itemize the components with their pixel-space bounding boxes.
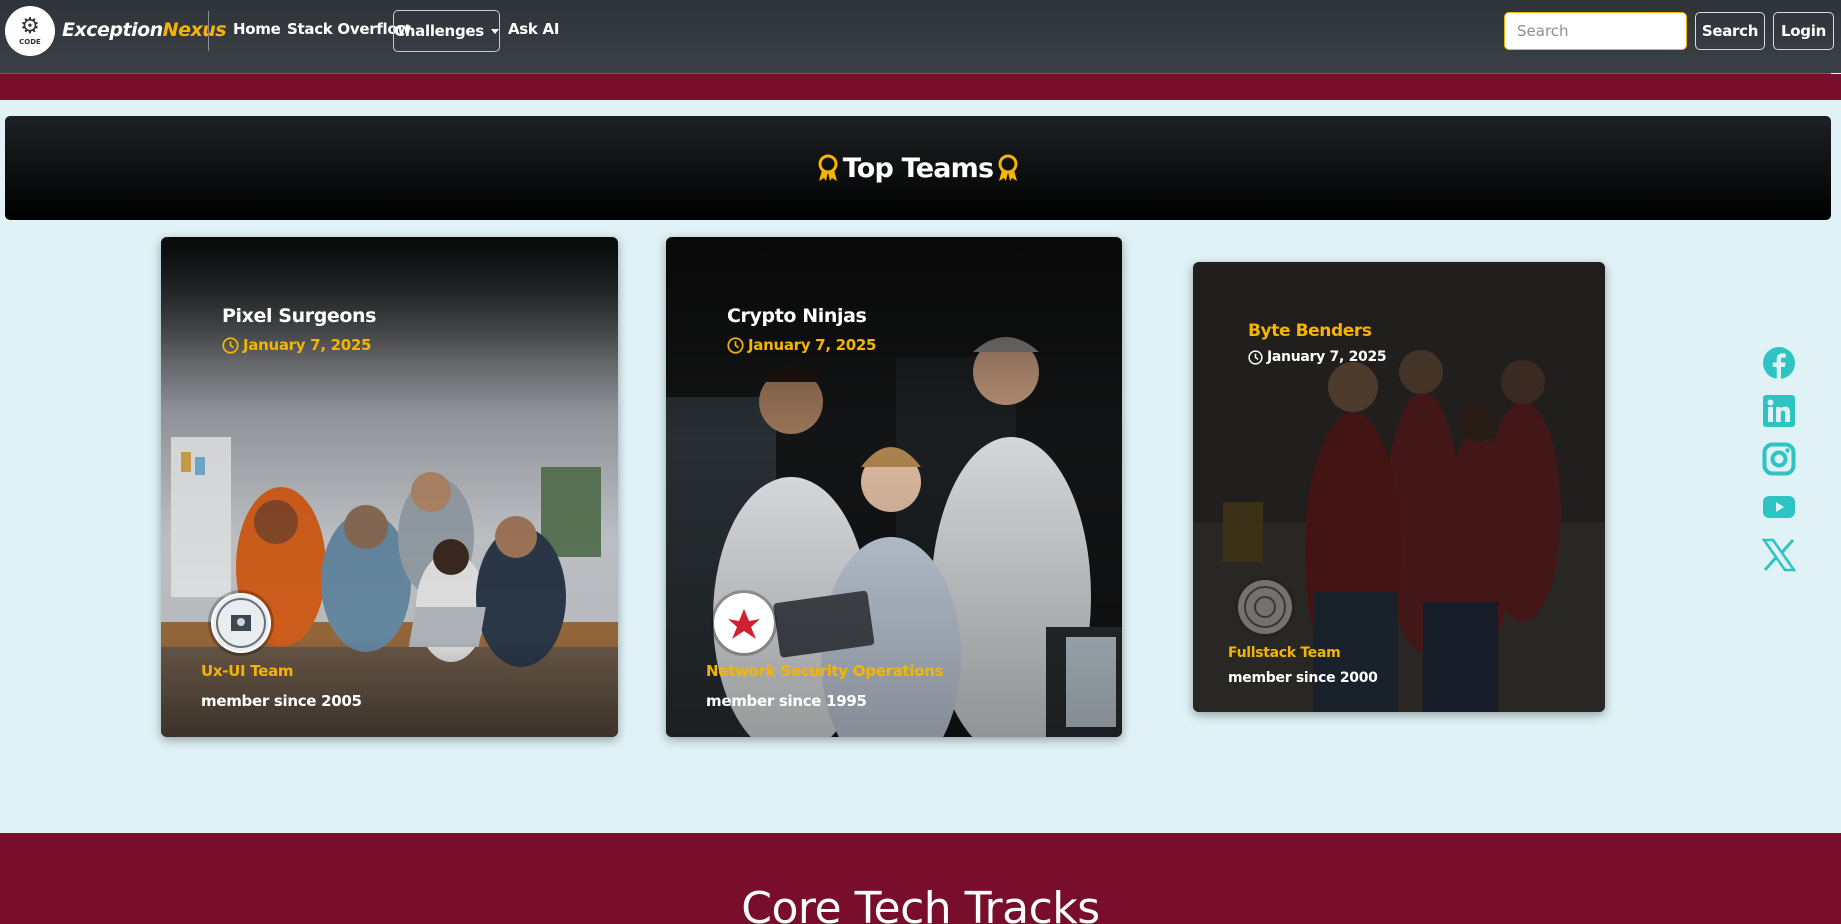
logo-caption: CODE [19,38,41,46]
chevron-down-icon [490,28,499,34]
award-icon [818,154,838,181]
linkedin-icon[interactable] [1762,394,1796,428]
crimson-strip [0,74,1841,100]
clock-icon [222,336,239,354]
x-icon[interactable] [1762,538,1796,572]
team-avatar [1238,580,1292,634]
team-title[interactable]: Crypto Ninjas [727,305,867,327]
top-teams-banner: Top Teams [5,116,1831,220]
nav-home-link[interactable]: Home [233,20,281,38]
team-card[interactable]: Byte Benders January 7, 2025 Fullstack T… [1193,262,1605,712]
section-title: Core Tech Tracks [741,883,1100,924]
core-tech-tracks-section: Core Tech Tracks [0,833,1841,924]
team-avatar [714,593,774,653]
facebook-icon[interactable] [1762,346,1796,380]
youtube-icon[interactable] [1762,490,1796,524]
logo-icon: ⚙ [20,14,40,39]
top-teams-title: Top Teams [842,152,994,184]
search-input[interactable] [1504,12,1687,50]
team-title[interactable]: Byte Benders [1248,321,1372,341]
team-date: January 7, 2025 [727,336,876,354]
team-avatar [211,593,271,653]
brand-name[interactable]: ExceptionNexus [62,19,227,41]
team-member-since: member since 1995 [706,692,867,710]
brand-name-part2: Nexus [162,19,227,41]
instagram-icon[interactable] [1762,442,1796,476]
clock-icon [727,336,744,354]
team-date-text: January 7, 2025 [1267,349,1387,365]
team-department: Ux-UI Team [201,662,294,680]
team-member-since: member since 2000 [1228,670,1378,686]
nav-ask-ai-link[interactable]: Ask AI [508,20,559,38]
team-card[interactable]: Pixel Surgeons January 7, 2025 Ux-UI Tea… [161,237,618,737]
challenges-dropdown[interactable]: Challenges [393,10,500,52]
brand-name-part1: Exception [62,19,163,41]
team-date-text: January 7, 2025 [748,336,877,354]
team-date: January 7, 2025 [222,336,371,354]
team-date: January 7, 2025 [1248,349,1387,365]
team-department: Fullstack Team [1228,645,1341,661]
challenges-dropdown-label: Challenges [394,22,484,40]
brand-logo[interactable]: ⚙ CODE [5,6,55,56]
login-button[interactable]: Login [1773,12,1834,50]
award-icon [998,154,1018,181]
team-emblem-icon [1244,586,1286,628]
navbar-divider [208,11,209,51]
team-emblem-icon [728,609,760,639]
team-title[interactable]: Pixel Surgeons [222,305,376,327]
team-department: Network Security Operations [706,662,944,680]
team-card[interactable]: Crypto Ninjas January 7, 2025 Network Se… [666,237,1122,737]
team-emblem-icon [216,598,266,648]
top-navbar: ⚙ CODE ExceptionNexus Home Stack Overflo… [0,0,1841,73]
clock-icon [1248,349,1263,365]
search-button[interactable]: Search [1695,12,1765,50]
team-date-text: January 7, 2025 [243,336,372,354]
team-member-since: member since 2005 [201,692,362,710]
